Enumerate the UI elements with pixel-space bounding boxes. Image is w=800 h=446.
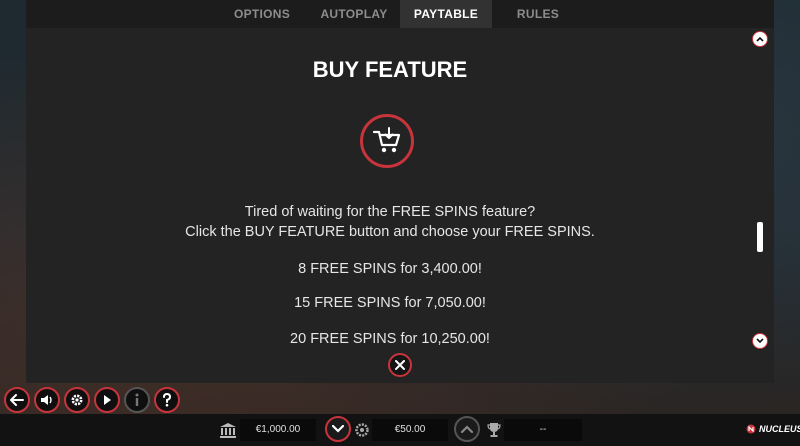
chevron-down-icon [756,338,764,344]
bet-display: €50.00 [372,419,448,441]
play-icon [104,395,111,405]
chevron-up-icon [461,425,473,433]
cart-download-icon [372,127,401,153]
scroll-down-button[interactable] [752,333,768,349]
question-icon [163,393,172,407]
back-arrow-icon [10,394,24,406]
offer-20-spins: 20 FREE SPINS for 10,250.00! [290,331,490,347]
brand-logo: NUCLEUS [746,424,800,434]
chevron-up-icon [756,36,764,42]
tab-autoplay[interactable]: AUTOPLAY [308,0,400,28]
tab-bar: OPTIONS AUTOPLAY PAYTABLE RULES [26,0,774,28]
balance-display: €1,000.00 [240,419,316,441]
brand-name: NUCLEUS [759,424,800,434]
trophy-icon [487,423,501,437]
info-button[interactable] [124,387,150,413]
section-title: BUY FEATURE [312,57,468,82]
bank-icon [220,423,236,438]
sound-button[interactable] [34,387,60,413]
win-display: -- [504,419,582,441]
scrollbar-thumb[interactable] [757,222,763,252]
chevron-down-icon [332,425,344,433]
nucleus-logo-icon [746,424,756,434]
scroll-up-button[interactable] [752,31,768,47]
description-line-1: Tired of waiting for the FREE SPINS feat… [244,204,536,220]
speaker-icon [41,395,52,405]
description-line-2: Click the BUY FEATURE button and choose … [185,224,595,240]
tab-paytable[interactable]: PAYTABLE [400,0,492,28]
tab-rules[interactable]: RULES [492,0,584,28]
settings-button[interactable] [64,387,90,413]
bet-increase-button[interactable] [454,416,480,442]
close-button[interactable] [388,353,412,377]
coins-icon [355,423,369,437]
gear-icon [71,394,83,406]
paytable-content[interactable]: BUY FEATURE Tired of waiting for the FRE… [26,28,774,353]
info-icon [135,393,139,406]
offer-15-spins: 15 FREE SPINS for 7,050.00! [294,295,486,311]
buy-feature-badge [360,114,414,168]
paytable-panel: OPTIONS AUTOPLAY PAYTABLE RULES BUY FEAT… [26,0,774,383]
play-button[interactable] [94,387,120,413]
offer-8-spins: 8 FREE SPINS for 3,400.00! [298,261,482,277]
close-icon [395,360,405,370]
bet-decrease-button[interactable] [325,416,351,442]
tab-options[interactable]: OPTIONS [216,0,308,28]
back-button[interactable] [4,387,30,413]
help-button[interactable] [154,387,180,413]
